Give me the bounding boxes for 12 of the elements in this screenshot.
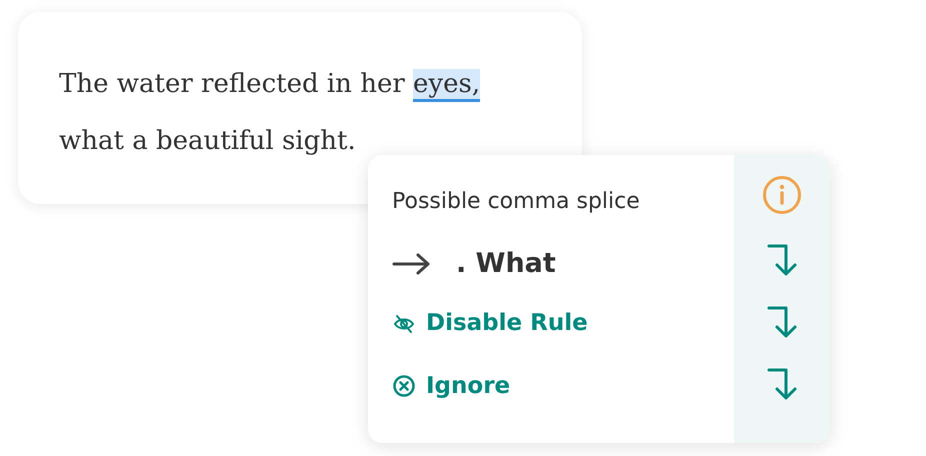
- editor-sentence: The water reflected in her eyes, what a beautiful sight.: [59, 68, 482, 158]
- eye-slash-icon: [392, 312, 416, 335]
- popup-title: Possible comma splice: [392, 188, 641, 216]
- disable-rule-button[interactable]: Disable Rule: [392, 306, 588, 341]
- error-highlight[interactable]: eyes,: [413, 69, 480, 102]
- down-arrow-icon[interactable]: [766, 243, 798, 277]
- suggestion-button[interactable]: . What: [456, 248, 556, 280]
- right-arrow-icon: [392, 252, 432, 276]
- close-icon: [392, 375, 416, 398]
- down-arrow-icon[interactable]: [766, 367, 798, 401]
- down-arrow-icon[interactable]: [766, 305, 798, 339]
- ignore-button[interactable]: Ignore: [392, 368, 510, 404]
